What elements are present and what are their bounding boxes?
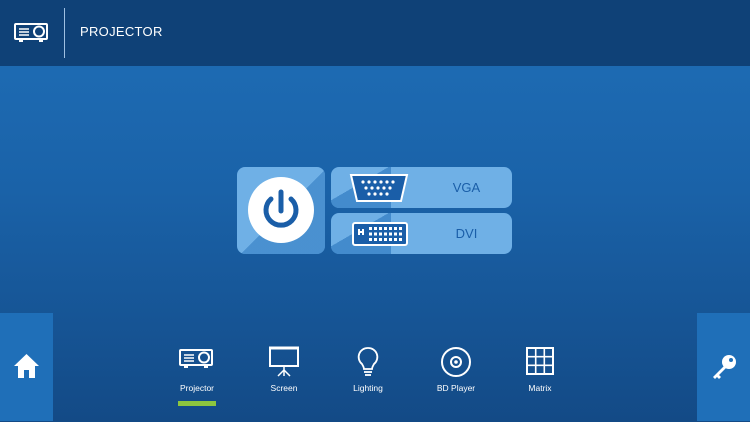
page-title: PROJECTOR: [80, 24, 163, 39]
vga-label: VGA: [452, 180, 481, 195]
vga-source-button[interactable]: VGA: [331, 167, 512, 208]
projector-icon: [14, 23, 48, 42]
power-button[interactable]: [237, 167, 325, 254]
nav-label-matrix: Matrix: [528, 383, 552, 393]
nav-item-screen[interactable]: Screen: [249, 346, 319, 406]
vga-connector-icon: [349, 174, 409, 202]
nav-item-lighting[interactable]: Lighting: [333, 346, 403, 406]
active-nav-indicator: [178, 401, 216, 406]
dvi-source-button[interactable]: DVI: [331, 213, 512, 254]
home-icon: [14, 354, 39, 378]
lightbulb-icon: [357, 347, 379, 376]
home-button[interactable]: [0, 313, 53, 421]
header-bar: PROJECTOR: [0, 0, 750, 66]
screen-icon: [269, 346, 299, 377]
key-button[interactable]: [697, 313, 750, 421]
header-divider: [64, 8, 65, 58]
power-icon: [263, 189, 299, 228]
power-circle: [248, 177, 314, 243]
dvi-connector-icon: [352, 222, 408, 246]
nav-label-lighting: Lighting: [353, 383, 383, 393]
nav-label-screen: Screen: [270, 383, 298, 393]
key-icon: [713, 355, 736, 379]
nav-label-bd-player: BD Player: [436, 383, 476, 393]
nav-item-bd-player[interactable]: BD Player: [421, 346, 491, 406]
nav-label-projector: Projector: [179, 383, 214, 393]
dvi-label: DVI: [455, 226, 478, 241]
grid-icon: [526, 347, 554, 375]
disc-icon: [441, 347, 471, 377]
nav-item-matrix[interactable]: Matrix: [505, 346, 575, 406]
projector-icon: [179, 349, 213, 368]
nav-item-projector[interactable]: Projector: [162, 346, 232, 406]
